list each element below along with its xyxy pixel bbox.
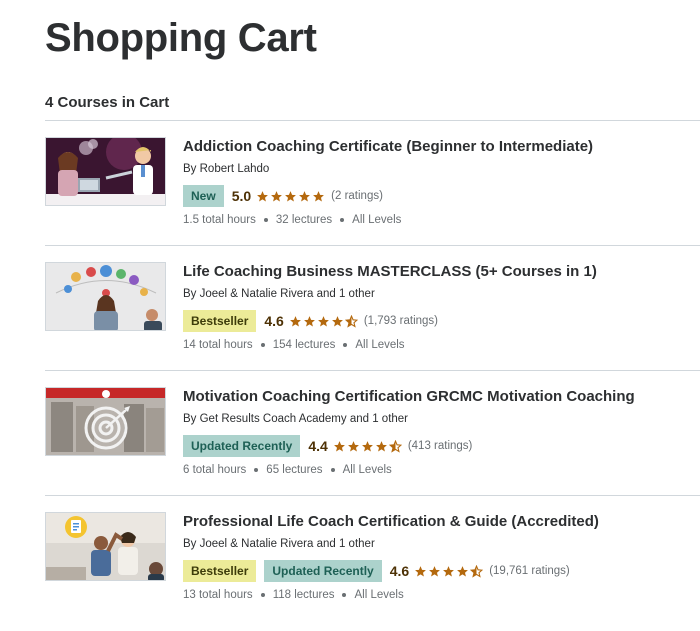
star-full-icon [347,440,359,451]
updated-recently-badge: Updated Recently [264,560,382,582]
addiction-coaching-illustration-icon [46,138,165,205]
rating-count: (1,793 ratings) [363,315,438,327]
course-thumbnail[interactable] [45,512,166,581]
lecture-count: 65 lectures [266,464,323,476]
rating-value: 4.6 [389,563,410,579]
course-thumbnail[interactable] [45,387,166,456]
star-rating [256,190,326,203]
star-full-icon [331,315,343,326]
star-full-icon [285,190,297,201]
course-meta: 13 total hours 118 lectures All Levels [183,588,700,602]
rating-row: Updated Recently 4.4 (413 ratings) [183,435,700,457]
page-title: Shopping Cart [45,16,317,60]
star-full-icon [289,315,301,326]
course-instructor: By Robert Lahdo [183,163,270,175]
course-list: Addiction Coaching Certificate (Beginner… [45,120,700,620]
separator-dot [343,343,348,347]
star-half-icon [470,564,484,578]
professional-coach-image-icon [46,513,165,580]
rating-value: 5.0 [231,188,252,204]
life-coaching-business-image-icon [46,263,165,330]
course-item[interactable]: Professional Life Coach Certification & … [45,495,700,620]
star-full-icon [271,190,283,201]
new-badge: New [183,185,224,207]
star-rating [289,314,359,328]
rating-row: New 5.0 (2 ratings) [183,185,700,207]
rating-row: Bestseller Updated Recently 4.6 (19,761 … [183,560,700,582]
course-level: All Levels [352,214,402,226]
rating-row: Bestseller 4.6 (1,793 ratings) [183,310,700,332]
separator-dot [260,343,265,347]
course-thumbnail[interactable] [45,137,166,206]
course-level: All Levels [354,589,404,601]
star-full-icon [415,565,427,576]
course-item[interactable]: Addiction Coaching Certificate (Beginner… [45,120,700,245]
total-hours: 6 total hours [183,464,247,476]
star-half-icon [344,314,358,328]
course-instructor: By Joeel & Natalie Rivera and 1 other [183,538,375,550]
updated-recently-badge: Updated Recently [183,435,301,457]
star-full-icon [257,190,269,201]
course-title[interactable]: Motivation Coaching Certification GRCMC … [183,387,700,407]
course-level: All Levels [342,464,392,476]
rating-value: 4.4 [308,438,328,454]
total-hours: 14 total hours [183,339,253,351]
star-rating [414,564,484,578]
separator-dot [254,468,259,472]
separator-dot [342,593,347,597]
course-title[interactable]: Life Coaching Business MASTERCLASS (5+ C… [183,262,700,282]
rating-value: 4.6 [264,313,284,329]
star-full-icon [303,315,315,326]
course-instructor: By Joeel & Natalie Rivera and 1 other [183,288,375,300]
star-half-icon [388,439,402,453]
course-item[interactable]: Motivation Coaching Certification GRCMC … [45,370,700,495]
separator-dot [340,218,345,222]
course-item[interactable]: Life Coaching Business MASTERCLASS (5+ C… [45,245,700,370]
shopping-cart-page: Shopping Cart 4 Courses in Cart Addictio… [0,0,700,631]
bestseller-badge: Bestseller [183,310,257,332]
star-full-icon [313,190,325,201]
course-level: All Levels [355,339,405,351]
separator-dot [330,468,335,472]
star-full-icon [457,565,469,576]
course-meta: 14 total hours 154 lectures All Levels [183,338,700,352]
star-full-icon [299,190,311,201]
star-full-icon [317,315,329,326]
course-title[interactable]: Professional Life Coach Certification & … [183,512,700,532]
star-full-icon [443,565,455,576]
course-instructor: By Get Results Coach Academy and 1 other [183,413,409,425]
separator-dot [263,218,268,222]
course-thumbnail[interactable] [45,262,166,331]
rating-count: (2 ratings) [331,190,383,202]
course-info: Life Coaching Business MASTERCLASS (5+ C… [183,262,700,352]
course-info: Professional Life Coach Certification & … [183,512,700,602]
course-info: Addiction Coaching Certificate (Beginner… [183,137,700,227]
course-title[interactable]: Addiction Coaching Certificate (Beginner… [183,137,700,157]
star-full-icon [333,440,345,451]
cart-count-heading: 4 Courses in Cart [45,94,170,111]
star-full-icon [429,565,441,576]
total-hours: 13 total hours [183,589,253,601]
lecture-count: 32 lectures [275,214,333,226]
lecture-count: 154 lectures [272,339,336,351]
course-meta: 6 total hours 65 lectures All Levels [183,463,700,477]
star-full-icon [375,440,387,451]
lecture-count: 118 lectures [272,589,335,601]
star-rating [333,439,403,453]
rating-count: (19,761 ratings) [489,565,570,577]
course-meta: 1.5 total hours 32 lectures All Levels [183,213,700,227]
star-full-icon [361,440,373,451]
rating-count: (413 ratings) [407,440,473,452]
motivation-target-image-icon [46,388,165,455]
total-hours: 1.5 total hours [183,214,256,226]
bestseller-badge: Bestseller [183,560,257,582]
course-info: Motivation Coaching Certification GRCMC … [183,387,700,477]
separator-dot [260,593,265,597]
